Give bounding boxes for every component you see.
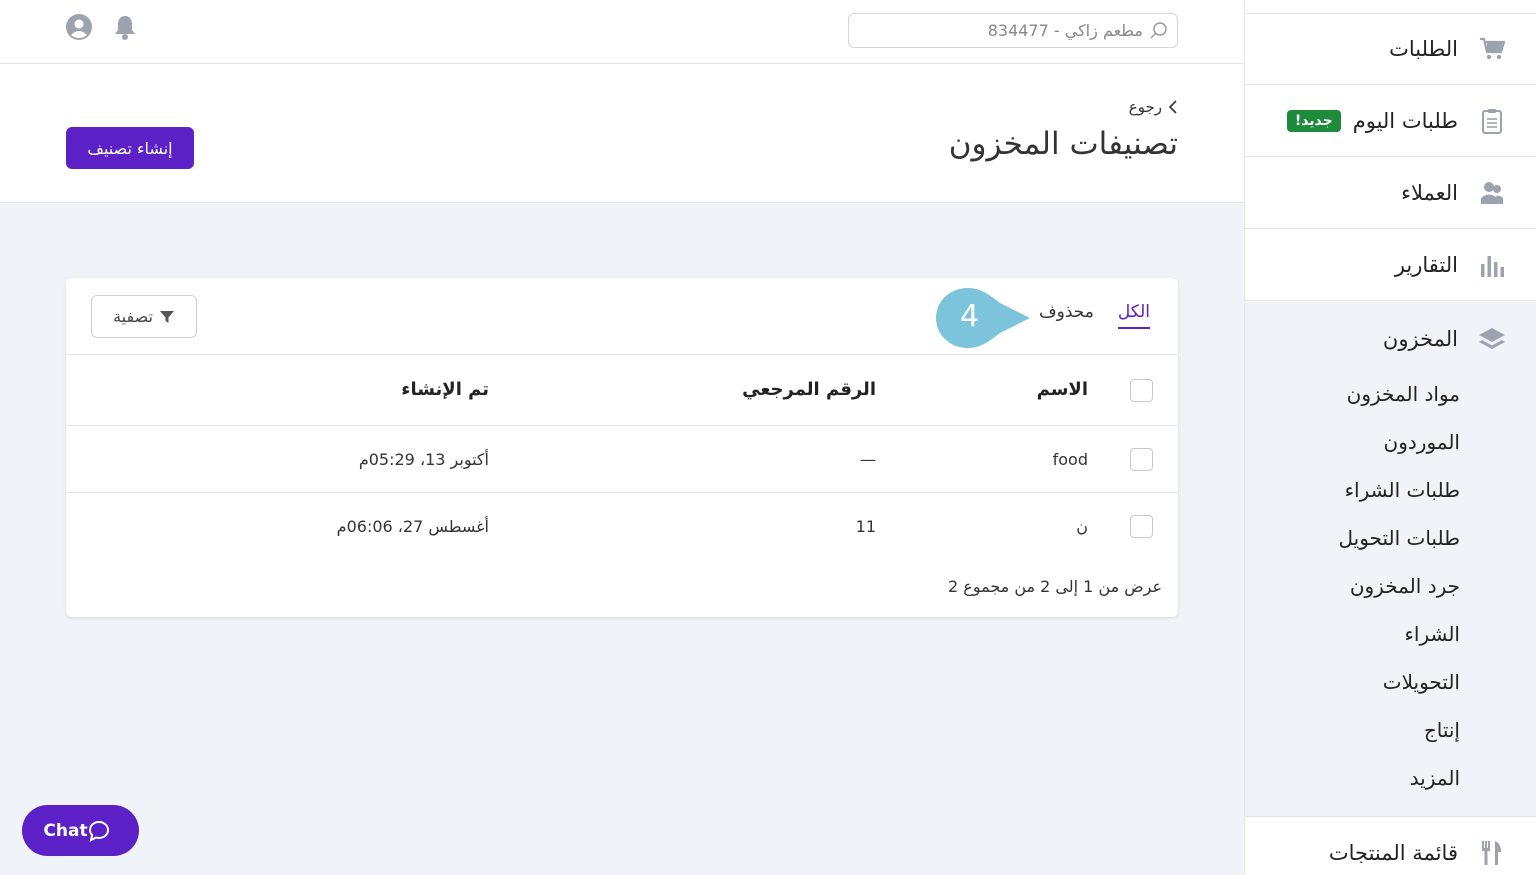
column-header-created[interactable]: تم الإنشاء bbox=[401, 379, 489, 400]
tab-all[interactable]: الكل bbox=[1117, 302, 1150, 329]
cart-icon bbox=[1478, 35, 1506, 63]
sidebar-subitem[interactable]: طلبات الشراء bbox=[1245, 466, 1536, 514]
funnel-icon bbox=[159, 309, 175, 325]
sidebar-item-menu[interactable]: قائمة المنتجات bbox=[1245, 817, 1536, 875]
search-input[interactable] bbox=[863, 21, 1143, 40]
page-header: رجوع تصنيفات المخزون إنشاء تصنيف bbox=[0, 64, 1244, 203]
sidebar-item-customers[interactable]: العملاء bbox=[1245, 157, 1536, 229]
chat-label: Chat bbox=[43, 820, 88, 841]
divider bbox=[66, 354, 1178, 355]
chevron-left-icon bbox=[1168, 100, 1178, 114]
new-badge: جديد! bbox=[1286, 109, 1341, 132]
back-label: رجوع bbox=[1128, 98, 1162, 116]
sidebar: الطلبات طلبات اليوم جديد! العملاء التقار… bbox=[1244, 0, 1536, 875]
cell-created: أغسطس 27، 06:06م bbox=[336, 517, 489, 536]
column-header-name[interactable]: الاسم bbox=[1037, 379, 1088, 400]
back-link[interactable]: رجوع bbox=[1129, 98, 1178, 116]
filter-label: تصفية bbox=[113, 307, 153, 326]
sidebar-subitem[interactable]: طلبات التحويل bbox=[1245, 514, 1536, 562]
sidebar-item-orders[interactable]: الطلبات bbox=[1245, 13, 1536, 85]
tabs: الكل محذوف bbox=[1015, 302, 1150, 329]
cell-created: أكتوبر 13، 05:29م bbox=[358, 450, 489, 469]
sidebar-item-today-orders[interactable]: طلبات اليوم جديد! bbox=[1245, 85, 1536, 157]
sidebar-subitem[interactable]: جرد المخزون bbox=[1245, 562, 1536, 610]
divider bbox=[66, 492, 1178, 493]
sidebar-subitem[interactable]: الموردون bbox=[1245, 418, 1536, 466]
row-checkbox[interactable] bbox=[1130, 515, 1153, 538]
cell-name[interactable]: food bbox=[1053, 450, 1088, 469]
select-all-checkbox[interactable] bbox=[1130, 379, 1153, 402]
sidebar-subitem[interactable]: الشراء bbox=[1245, 610, 1536, 658]
clipboard-icon bbox=[1478, 107, 1506, 135]
sidebar-item-label: المخزون bbox=[1382, 327, 1458, 351]
filter-button[interactable]: تصفية bbox=[91, 295, 197, 338]
sidebar-group-inventory: المخزون مواد المخزون الموردون طلبات الشر… bbox=[1245, 302, 1536, 817]
cell-reference: — bbox=[860, 450, 876, 469]
sidebar-item-inventory[interactable]: المخزون bbox=[1245, 302, 1536, 370]
search-icon bbox=[1149, 21, 1169, 41]
row-checkbox[interactable] bbox=[1130, 448, 1153, 471]
sidebar-item-reports[interactable]: التقارير bbox=[1245, 229, 1536, 301]
user-circle-icon[interactable] bbox=[66, 14, 92, 40]
step-callout: 4 bbox=[936, 287, 1032, 349]
sidebar-subitem[interactable]: مواد المخزون bbox=[1245, 370, 1536, 418]
sidebar-item-label: الطلبات bbox=[1389, 37, 1458, 61]
sidebar-item-label: طلبات اليوم bbox=[1352, 108, 1458, 133]
sidebar-item-label: قائمة المنتجات bbox=[1328, 841, 1458, 865]
cell-reference: 11 bbox=[855, 517, 876, 536]
bell-icon[interactable] bbox=[112, 14, 138, 40]
bar-chart-icon bbox=[1478, 251, 1506, 279]
utensils-icon bbox=[1478, 839, 1506, 867]
chat-bubble-icon bbox=[88, 820, 110, 842]
column-header-reference[interactable]: الرقم المرجعي bbox=[742, 379, 876, 400]
sidebar-item-label: التقارير bbox=[1394, 252, 1458, 277]
search-box bbox=[848, 13, 1178, 48]
create-category-button[interactable]: إنشاء تصنيف bbox=[66, 127, 194, 169]
divider bbox=[66, 425, 1178, 426]
step-number: 4 bbox=[960, 299, 980, 334]
sidebar-item-label: العملاء bbox=[1401, 180, 1458, 205]
page-title: تصنيفات المخزون bbox=[948, 126, 1178, 162]
pagination-summary: عرض من 1 إلى 2 من مجموع 2 bbox=[948, 577, 1162, 596]
customers-icon bbox=[1478, 179, 1506, 207]
sidebar-subitem[interactable]: التحويلات bbox=[1245, 658, 1536, 706]
layers-icon bbox=[1478, 325, 1506, 353]
categories-card: الكل محذوف 4 تصفية الاسم الرقم المرجعي ت… bbox=[66, 278, 1178, 617]
sidebar-subitem[interactable]: إنتاج bbox=[1245, 706, 1536, 754]
sidebar-subitem[interactable]: المزيد bbox=[1245, 754, 1536, 802]
tab-deleted[interactable]: محذوف bbox=[1039, 302, 1094, 329]
top-bar bbox=[0, 0, 1244, 64]
cell-name[interactable]: ن bbox=[1076, 517, 1088, 536]
chat-button[interactable]: Chat bbox=[22, 805, 139, 856]
